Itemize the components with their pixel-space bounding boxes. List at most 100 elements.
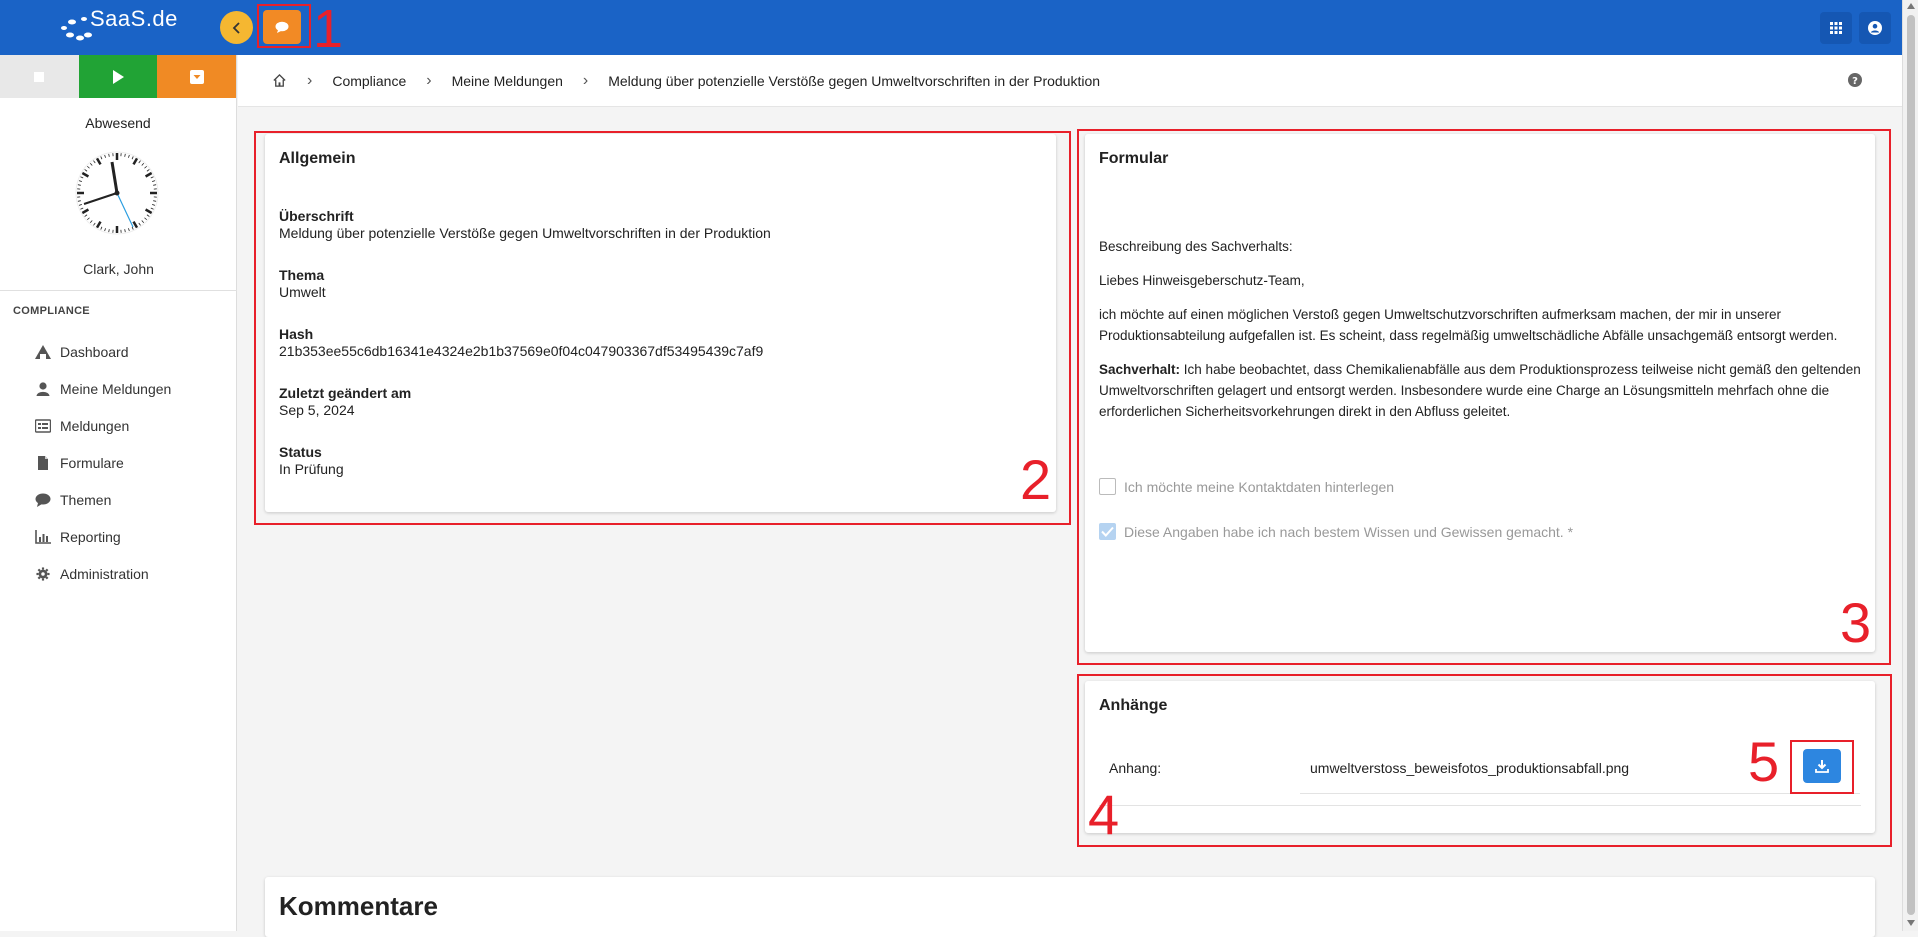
bar-chart-icon <box>35 530 51 544</box>
sidebar-item-label: Meine Meldungen <box>60 381 171 397</box>
home-icon[interactable] <box>272 73 287 88</box>
analog-clock-icon <box>75 151 159 235</box>
breadcrumb-item-current: Meldung über potenzielle Verstöße gegen … <box>608 73 1100 89</box>
logo-text: SaaS.de <box>90 6 178 32</box>
field-value: Sep 5, 2024 <box>279 402 1042 418</box>
user-circle-icon <box>1868 21 1882 35</box>
sidebar: Abwesend Clark, John COMPLIANCE Dashboar… <box>0 55 237 931</box>
sidebar-item-label: Reporting <box>60 529 121 545</box>
play-icon <box>112 70 124 84</box>
page-scrollbar[interactable] <box>1902 0 1918 931</box>
attachment-label: Anhang: <box>1109 760 1161 776</box>
field-thema: Thema Umwelt <box>279 267 1042 300</box>
sidebar-nav: Dashboard Meine Meldungen Meldungen Form… <box>0 333 237 592</box>
time-tracking-buttons <box>0 55 236 98</box>
svg-text:?: ? <box>1852 76 1858 87</box>
sidebar-item-label: Dashboard <box>60 344 129 360</box>
field-value: Umwelt <box>279 284 1042 300</box>
truth-checkbox-label: Diese Angaben habe ich nach bestem Wisse… <box>1124 524 1573 540</box>
form-fact-text: Ich habe beobachtet, dass Chemikalienabf… <box>1099 362 1861 419</box>
field-label: Thema <box>279 267 1042 283</box>
field-last-modified: Zuletzt geändert am Sep 5, 2024 <box>279 385 1042 418</box>
sidebar-item-themen[interactable]: Themen <box>0 481 237 518</box>
help-icon[interactable]: ? <box>1848 73 1862 87</box>
chat-bubble-icon <box>275 21 289 33</box>
sidebar-item-dashboard[interactable]: Dashboard <box>0 333 237 370</box>
chevron-left-icon <box>231 22 243 34</box>
break-button[interactable] <box>157 55 236 98</box>
attachment-row-divider <box>1300 793 1860 794</box>
chat-button[interactable] <box>263 10 301 44</box>
annotation-number-5: 5 <box>1748 734 1779 790</box>
attachments-card-title: Anhänge <box>1099 697 1861 715</box>
field-label: Überschrift <box>279 208 1042 224</box>
sidebar-item-label: Administration <box>60 566 149 582</box>
comments-card: Kommentare <box>265 877 1875 937</box>
sidebar-item-label: Meldungen <box>60 418 129 434</box>
form-description-heading: Beschreibung des Sachverhalts: <box>1099 236 1861 257</box>
coffee-break-icon <box>190 70 204 84</box>
list-icon <box>35 419 51 433</box>
breadcrumb-item-compliance[interactable]: Compliance <box>332 73 406 89</box>
download-icon <box>1815 759 1829 773</box>
form-card-title: Formular <box>1099 150 1861 168</box>
sidebar-item-formulare[interactable]: Formulare <box>0 444 237 481</box>
scrollbar-thumb[interactable] <box>1907 15 1915 915</box>
document-icon <box>35 456 51 470</box>
annotation-number-3: 3 <box>1840 595 1871 651</box>
sidebar-divider <box>0 290 237 291</box>
scroll-up-icon[interactable] <box>1907 3 1915 9</box>
sidebar-item-reporting[interactable]: Reporting <box>0 518 237 555</box>
person-icon <box>35 382 51 396</box>
attachment-filename[interactable]: umweltverstoss_beweisfotos_produktionsab… <box>1310 760 1629 776</box>
sidebar-item-administration[interactable]: Administration <box>0 555 237 592</box>
chevron-right-icon: › <box>426 72 431 90</box>
truth-checkbox[interactable] <box>1099 523 1116 540</box>
attachment-row-divider <box>1099 805 1861 806</box>
annotation-number-2: 2 <box>1020 452 1051 508</box>
scroll-down-icon[interactable] <box>1907 920 1915 926</box>
field-label: Hash <box>279 326 1042 342</box>
breadcrumb: › Compliance › Meine Meldungen › Meldung… <box>238 55 1902 107</box>
play-button[interactable] <box>79 55 158 98</box>
truth-checkbox-row[interactable]: Diese Angaben habe ich nach bestem Wisse… <box>1099 523 1861 540</box>
sidebar-item-label: Formulare <box>60 455 124 471</box>
form-greeting: Liebes Hinweisgeberschutz-Team, <box>1099 270 1861 291</box>
general-card-title: Allgemein <box>279 150 1042 168</box>
form-fact-label: Sachverhalt: <box>1099 362 1180 377</box>
field-label: Zuletzt geändert am <box>279 385 1042 401</box>
form-card: Formular Beschreibung des Sachverhalts: … <box>1085 134 1875 652</box>
sidebar-item-meldungen[interactable]: Meldungen <box>0 407 237 444</box>
contact-checkbox-row[interactable]: Ich möchte meine Kontaktdaten hinterlege… <box>1099 478 1861 495</box>
sidebar-item-meine-meldungen[interactable]: Meine Meldungen <box>0 370 237 407</box>
presence-status: Abwesend <box>0 115 236 131</box>
annotation-number-1: 1 <box>313 2 343 56</box>
grid-icon <box>1830 22 1842 34</box>
annotation-number-4: 4 <box>1088 787 1119 843</box>
field-hash: Hash 21b353ee55c6db16341e4324e2b1b37569e… <box>279 326 1042 359</box>
chevron-right-icon: › <box>583 72 588 90</box>
apps-button[interactable] <box>1820 12 1852 44</box>
top-bar: SaaS.de <box>0 0 1902 55</box>
form-paragraph: ich möchte auf einen möglichen Verstoß g… <box>1099 304 1861 346</box>
contact-checkbox-label: Ich möchte meine Kontaktdaten hinterlege… <box>1124 479 1394 495</box>
collapse-sidebar-button[interactable] <box>220 11 253 44</box>
download-attachment-button[interactable] <box>1803 749 1841 783</box>
form-fact: Sachverhalt: Ich habe beobachtet, dass C… <box>1099 359 1861 422</box>
chat-icon <box>35 493 51 507</box>
dashboard-icon <box>35 345 51 359</box>
field-status: Status In Prüfung <box>279 444 1042 477</box>
gear-icon <box>35 567 51 581</box>
field-value: In Prüfung <box>279 461 1042 477</box>
user-name: Clark, John <box>0 261 237 277</box>
checkmark-icon <box>1101 526 1114 537</box>
chevron-right-icon: › <box>307 72 312 90</box>
saas-logo[interactable]: SaaS.de <box>58 6 188 46</box>
field-value: Meldung über potenzielle Verstöße gegen … <box>279 225 1042 241</box>
stop-button[interactable] <box>0 55 79 98</box>
breadcrumb-item-meine-meldungen[interactable]: Meine Meldungen <box>452 73 563 89</box>
user-menu-button[interactable] <box>1859 12 1891 44</box>
contact-checkbox[interactable] <box>1099 478 1116 495</box>
nav-section-heading: COMPLIANCE <box>13 305 90 317</box>
general-card: Allgemein Überschrift Meldung über poten… <box>265 134 1056 512</box>
